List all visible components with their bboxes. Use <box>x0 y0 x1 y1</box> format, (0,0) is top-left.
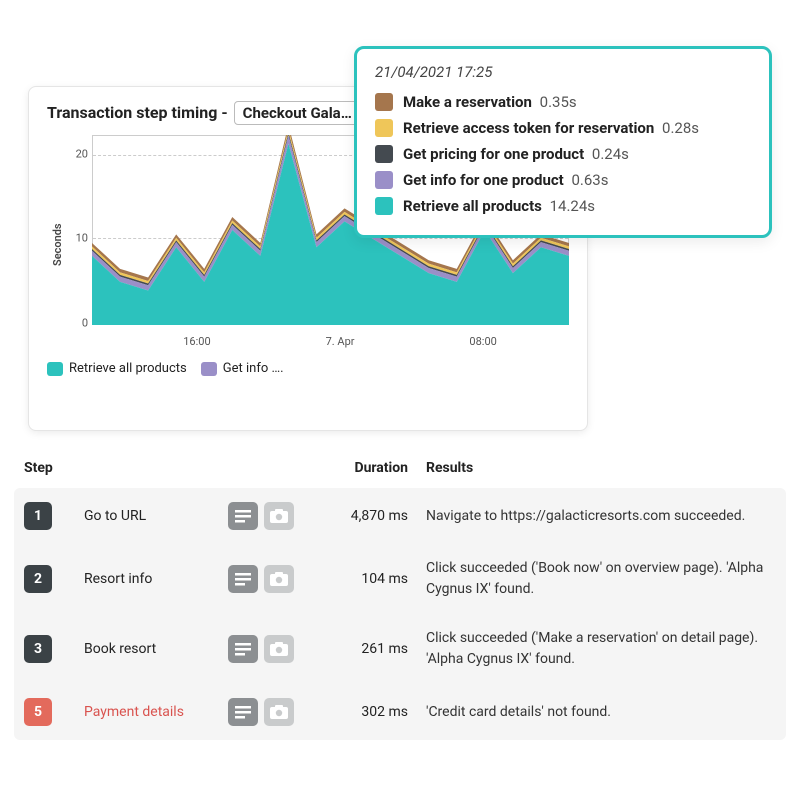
screenshot-icon[interactable] <box>264 565 294 593</box>
col-duration: Duration <box>322 460 422 476</box>
step-number-badge: 3 <box>24 635 52 663</box>
table-row: 3 Book resort 261 msClick succeeded ('Make… <box>14 614 786 684</box>
series-swatch <box>375 145 393 163</box>
tooltip-row: Make a reservation 0.35s <box>375 89 751 115</box>
tooltip-row: Retrieve all products 14.24s <box>375 193 751 219</box>
tooltip-timestamp: 21/04/2021 17:25 <box>375 63 751 81</box>
chart-transaction-select[interactable]: Checkout Gala… <box>234 101 361 125</box>
series-label: Get pricing for one product <box>403 145 584 163</box>
step-duration: 302 ms <box>322 704 422 720</box>
series-swatch <box>375 119 393 137</box>
table-row: 1 Go to URL 4,870 msNavigate to https://ga… <box>14 488 786 544</box>
legend-swatch <box>47 362 63 376</box>
col-results: Results <box>426 460 776 476</box>
step-result: Click succeeded ('Book now' on overview … <box>426 558 776 600</box>
legend-item[interactable]: Retrieve all products <box>47 361 187 376</box>
table-row: 5 Payment details 302 ms'Credit card detai… <box>14 684 786 740</box>
step-number-badge: 5 <box>24 698 52 726</box>
chart-tooltip: 21/04/2021 17:25 Make a reservation 0.35… <box>354 46 772 238</box>
step-result: 'Credit card details' not found. <box>426 702 776 723</box>
tooltip-row: Get pricing for one product 0.24s <box>375 141 751 167</box>
step-duration: 261 ms <box>322 641 422 657</box>
tooltip-row: Get info for one product 0.63s <box>375 167 751 193</box>
series-label: Get info for one product <box>403 171 564 189</box>
series-value: 14.24s <box>546 197 595 215</box>
table-header: Step Duration Results <box>14 460 786 488</box>
step-name: Book resort <box>84 641 224 657</box>
legend-label: Get info …. <box>223 361 284 376</box>
legend-item[interactable]: Get info …. <box>201 361 284 376</box>
series-label: Make a reservation <box>403 93 532 111</box>
log-icon[interactable] <box>228 635 258 663</box>
series-value: 0.28s <box>658 119 699 137</box>
legend-label: Retrieve all products <box>69 361 187 376</box>
chart-ylabel: Seconds <box>47 135 64 355</box>
screenshot-icon[interactable] <box>264 698 294 726</box>
screenshot-icon[interactable] <box>264 635 294 663</box>
step-result: Click succeeded ('Make a reservation' on… <box>426 628 776 670</box>
step-duration: 104 ms <box>322 571 422 587</box>
chart-legend: Retrieve all products Get info …. <box>47 361 569 376</box>
series-swatch <box>375 93 393 111</box>
series-swatch <box>375 171 393 189</box>
step-result: Navigate to https://galacticresorts.com … <box>426 506 776 527</box>
step-name: Payment details <box>84 704 224 720</box>
x-axis-ticks: 16:00 7. Apr 08:00 <box>92 335 569 355</box>
log-icon[interactable] <box>228 502 258 530</box>
step-number-badge: 2 <box>24 565 52 593</box>
series-value: 0.35s <box>536 93 577 111</box>
table-row: 2 Resort info 104 msClick succeeded ('Book… <box>14 544 786 614</box>
log-icon[interactable] <box>228 565 258 593</box>
log-icon[interactable] <box>228 698 258 726</box>
series-label: Retrieve access token for reservation <box>403 119 654 137</box>
step-duration: 4,870 ms <box>322 508 422 524</box>
series-value: 0.24s <box>588 145 629 163</box>
step-name: Resort info <box>84 571 224 587</box>
series-swatch <box>375 197 393 215</box>
tooltip-row: Retrieve access token for reservation 0.… <box>375 115 751 141</box>
series-label: Retrieve all products <box>403 197 542 215</box>
step-name: Go to URL <box>84 508 224 524</box>
series-value: 0.63s <box>568 171 609 189</box>
col-step: Step <box>24 460 224 476</box>
chart-title-prefix: Transaction step timing - <box>47 103 228 122</box>
legend-swatch <box>201 362 217 376</box>
screenshot-icon[interactable] <box>264 502 294 530</box>
step-table: Step Duration Results 1 Go to URL 4,870 ms… <box>14 460 786 740</box>
step-number-badge: 1 <box>24 502 52 530</box>
y-axis-ticks: 0 10 20 <box>64 135 92 325</box>
